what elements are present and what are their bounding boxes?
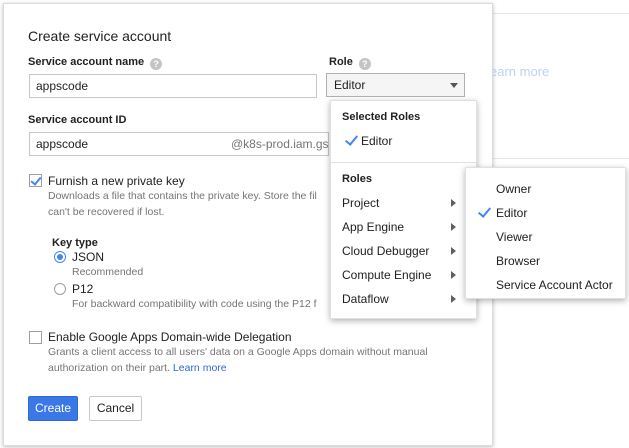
chevron-right-icon bbox=[451, 247, 456, 255]
role-label-text: Role bbox=[329, 56, 353, 68]
submenu-item-editor[interactable]: Editor bbox=[496, 206, 527, 220]
role-category-label: Cloud Debugger bbox=[342, 244, 430, 258]
role-select[interactable]: Editor bbox=[326, 73, 465, 97]
delegation-desc-text: authorization on their part. bbox=[48, 362, 173, 374]
role-category-compute-engine[interactable]: Compute Engine bbox=[331, 263, 476, 287]
key-type-label: Key type bbox=[52, 237, 98, 249]
p12-desc: For backward compatibility with code usi… bbox=[72, 298, 317, 310]
role-category-label: Dataflow bbox=[342, 292, 389, 306]
service-account-name-input[interactable] bbox=[29, 74, 317, 98]
caret-down-icon bbox=[450, 83, 458, 88]
selected-role-editor[interactable]: Editor bbox=[331, 129, 476, 153]
delegation-label[interactable]: Enable Google Apps Domain-wide Delegatio… bbox=[48, 330, 292, 344]
check-icon bbox=[344, 132, 359, 146]
role-category-project[interactable]: Project bbox=[331, 191, 476, 215]
selected-role-label: Editor bbox=[361, 134, 393, 148]
role-label: Role? bbox=[329, 56, 371, 70]
role-category-cloud-debugger[interactable]: Cloud Debugger bbox=[331, 239, 476, 263]
submenu-item-browser[interactable]: Browser bbox=[496, 254, 540, 268]
service-account-name-label-text: Service account name bbox=[28, 56, 145, 68]
learn-more-link[interactable]: Learn more bbox=[173, 362, 227, 374]
chevron-right-icon bbox=[451, 295, 456, 303]
help-icon[interactable]: ? bbox=[358, 58, 371, 70]
delegation-desc-line2: authorization on their part. Learn more bbox=[48, 361, 227, 376]
role-category-app-engine[interactable]: App Engine bbox=[331, 215, 476, 239]
background-divider-2 bbox=[493, 158, 629, 159]
submenu-item-service-account-actor[interactable]: Service Account Actor bbox=[496, 278, 613, 292]
selected-roles-heading: Selected Roles bbox=[342, 111, 421, 123]
json-radio[interactable] bbox=[54, 251, 66, 263]
p12-label[interactable]: P12 bbox=[72, 282, 93, 296]
role-select-value: Editor bbox=[334, 78, 366, 92]
delegation-desc-line1: Grants a client access to all users' dat… bbox=[48, 346, 428, 358]
roles-heading: Roles bbox=[342, 173, 372, 185]
chevron-right-icon bbox=[451, 199, 456, 207]
private-key-desc-line1: Downloads a file that contains the priva… bbox=[48, 190, 317, 202]
chevron-right-icon bbox=[451, 223, 456, 231]
menu-divider bbox=[331, 162, 476, 163]
cancel-button[interactable]: Cancel bbox=[89, 396, 142, 421]
json-desc: Recommended bbox=[72, 266, 144, 278]
role-dropdown-menu: Selected Roles Editor Roles Project App … bbox=[330, 100, 477, 319]
check-icon bbox=[477, 204, 492, 218]
role-category-label: App Engine bbox=[342, 220, 405, 234]
private-key-checkbox[interactable] bbox=[29, 174, 42, 187]
private-key-desc-line2: can't be recovered if lost. bbox=[48, 206, 165, 218]
delegation-checkbox[interactable] bbox=[29, 331, 42, 344]
project-roles-submenu: Owner Editor Viewer Browser Service Acco… bbox=[465, 167, 626, 299]
service-account-id-label: Service account ID bbox=[28, 114, 127, 126]
submenu-item-owner[interactable]: Owner bbox=[496, 182, 531, 196]
create-button[interactable]: Create bbox=[28, 396, 78, 421]
service-account-name-label: Service account name? bbox=[28, 56, 163, 70]
role-category-label: Compute Engine bbox=[342, 268, 432, 282]
chevron-right-icon bbox=[451, 271, 456, 279]
json-label[interactable]: JSON bbox=[72, 250, 104, 264]
private-key-label[interactable]: Furnish a new private key bbox=[48, 174, 185, 188]
role-category-dataflow[interactable]: Dataflow bbox=[331, 287, 476, 311]
role-category-label: Project bbox=[342, 196, 380, 210]
help-icon[interactable]: ? bbox=[150, 58, 163, 70]
background-divider bbox=[493, 13, 629, 14]
service-account-id-domain-suffix: @k8s-prod.iam.gs bbox=[231, 137, 329, 151]
submenu-item-viewer[interactable]: Viewer bbox=[496, 230, 532, 244]
background-learn-more-link[interactable]: earn more bbox=[490, 64, 549, 79]
p12-radio[interactable] bbox=[54, 283, 66, 295]
dialog-title: Create service account bbox=[28, 28, 172, 44]
